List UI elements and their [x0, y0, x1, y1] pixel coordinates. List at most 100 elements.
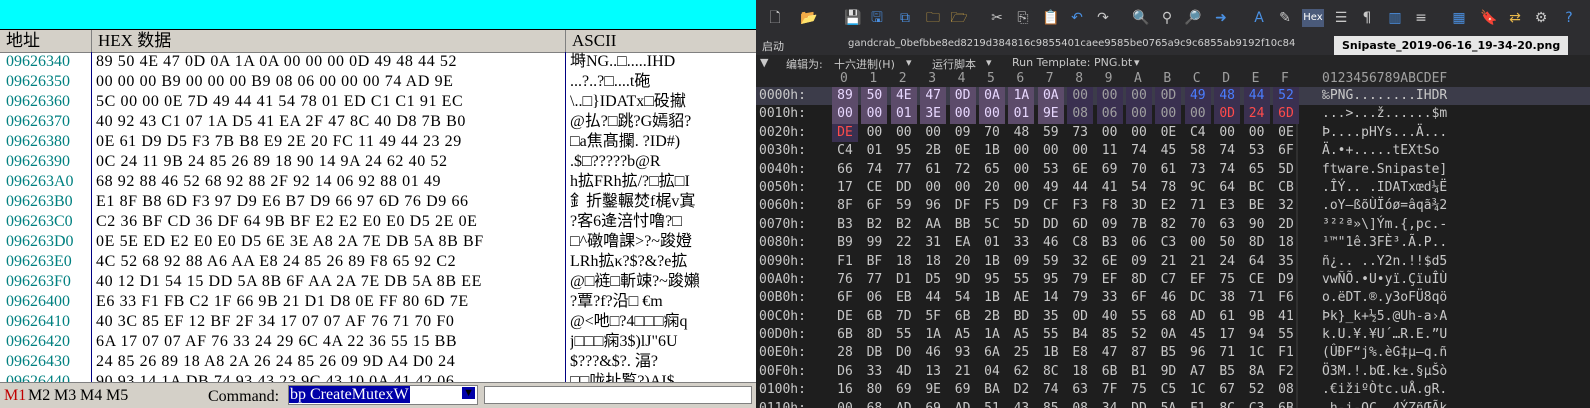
hex-byte[interactable]: 11 [1097, 142, 1123, 160]
hex-byte[interactable]: D0 [891, 344, 917, 362]
text-mode-icon[interactable]: ☰ [1332, 9, 1350, 27]
hex-byte[interactable]: 0E [1273, 124, 1299, 142]
dump-row[interactable]: 096263D0 0E 5E ED E2 E0 E0 D5 6E 3E A8 2A… [0, 232, 756, 252]
hex-row[interactable]: 0010h: 00 00 01 3E 00 00 01 9E 08 06 00 00 00 0D 24 6D..… [756, 105, 1590, 124]
hex-byte[interactable]: 68 [861, 400, 887, 408]
hex-byte[interactable]: DF [950, 197, 976, 215]
hex-byte[interactable]: 63 [1067, 381, 1093, 399]
folder-icon[interactable]: 🗀 [924, 9, 942, 27]
hex-byte[interactable]: 00 [1184, 105, 1211, 124]
hex-byte[interactable]: 9B [1244, 308, 1270, 326]
hex-byte[interactable]: 9C [1185, 179, 1211, 197]
hex-byte[interactable]: 00 [832, 400, 858, 408]
dump-row[interactable]: 09626350 00 00 00 B9 00 00 00 B9 08 06 00… [0, 72, 756, 92]
hex-byte[interactable]: 73 [1185, 161, 1211, 179]
hex-byte[interactable]: 00 [1097, 124, 1123, 142]
hex-byte[interactable]: 48 [1214, 87, 1241, 106]
hex-byte[interactable]: 69 [1097, 161, 1123, 179]
hex-byte[interactable]: 04 [979, 363, 1005, 381]
hex-byte[interactable]: 71 [1244, 289, 1270, 307]
hex-byte[interactable]: 1B [1038, 344, 1064, 362]
hex-byte[interactable]: 00 [1096, 87, 1123, 106]
hex-byte[interactable]: 85 [1097, 326, 1123, 344]
hex-byte[interactable]: 43 [1008, 400, 1034, 408]
hex-byte[interactable]: 4E [890, 87, 917, 106]
hex-byte[interactable]: 0D [1214, 105, 1241, 124]
goto-icon[interactable]: ➜ [1212, 9, 1230, 27]
hex-byte[interactable]: CE [861, 179, 887, 197]
mark-m2[interactable]: M2 [28, 387, 50, 405]
find-icon[interactable]: 🔍 [1132, 9, 1150, 27]
hex-byte[interactable]: 35 [1038, 308, 1064, 326]
hex-byte[interactable]: 2B [920, 142, 946, 160]
hex-byte[interactable]: 96 [920, 197, 946, 215]
workspace-icon[interactable]: 🗁 [950, 9, 968, 27]
calculator-icon[interactable]: ▦ [1450, 9, 1468, 27]
hex-byte[interactable]: 9D [950, 271, 976, 289]
hex-byte[interactable]: 18 [891, 253, 917, 271]
hex-byte[interactable]: 32 [1067, 253, 1093, 271]
hex-byte[interactable]: 0A [979, 87, 1005, 106]
hex-byte[interactable]: 53 [1244, 142, 1270, 160]
dump-row[interactable]: 096263B0 E1 8F B8 6D F3 97 D9 E6 B7 D9 66… [0, 192, 756, 212]
hex-byte[interactable]: 00 [949, 105, 976, 124]
hex-byte[interactable]: CE [1244, 271, 1270, 289]
collapse-icon[interactable]: ▼ [760, 56, 768, 69]
dump-row[interactable]: 09626430 24 85 26 89 18 A8 2A 26 24 85 26… [0, 352, 756, 372]
hex-byte[interactable]: 63 [1214, 216, 1240, 234]
compare-icon[interactable]: ⇄ [1506, 9, 1524, 27]
save-all-icon[interactable]: ⧉ [896, 9, 914, 27]
hex-byte[interactable]: 75 [1214, 271, 1240, 289]
copy-icon[interactable]: ⎘ [1014, 9, 1032, 27]
hex-byte[interactable]: 89 [832, 87, 858, 106]
hex-byte[interactable]: 99 [861, 234, 887, 252]
hex-byte[interactable]: 55 [1038, 326, 1064, 344]
hex-byte[interactable]: C7 [1155, 271, 1181, 289]
hex-byte[interactable]: 74 [1126, 142, 1152, 160]
hex-byte[interactable]: 18 [920, 253, 946, 271]
hex-byte[interactable]: 1B [979, 289, 1005, 307]
hex-byte[interactable]: 62 [1008, 363, 1034, 381]
hex-row[interactable]: 0020h: DE 00 00 00 09 70 48 59 73 00 00 0E C4 00 00 0E Þ.… [756, 123, 1590, 143]
hex-byte[interactable]: 64 [1214, 179, 1240, 197]
hex-byte[interactable]: B4 [1067, 326, 1093, 344]
hex-byte[interactable]: E3 [1214, 197, 1240, 215]
dump-row[interactable]: 09626380 0E 61 D9 D5 F3 7B B8 E9 2E 20 FC… [0, 132, 756, 152]
hex-byte[interactable]: 6B [1273, 400, 1299, 408]
hex-byte[interactable]: 87 [1126, 344, 1152, 362]
hex-byte[interactable]: 6B [832, 326, 858, 344]
hex-byte[interactable]: 00 [1126, 124, 1152, 142]
hex-byte[interactable]: 1B [979, 142, 1005, 160]
hex-byte[interactable]: 65 [979, 161, 1005, 179]
hex-byte[interactable]: CB [1273, 179, 1299, 197]
chevron-down-icon[interactable]: ▾ [906, 56, 912, 69]
hex-row[interactable]: 00B0h: 6F 06 EB 44 54 1B AE 14 79 33 6F 46 DC 38 71 F6 o.… [756, 289, 1590, 307]
hex-byte[interactable]: 1C [1185, 381, 1211, 399]
hex-byte[interactable]: 31 [920, 234, 946, 252]
hex-byte[interactable]: 45 [1185, 326, 1211, 344]
hex-byte[interactable]: 00 [950, 179, 976, 197]
hex-byte[interactable]: 90 [1244, 216, 1270, 234]
hex-byte[interactable]: 22 [891, 234, 917, 252]
hex-byte[interactable]: EF [1097, 271, 1123, 289]
open-file-icon[interactable]: 📂 [800, 9, 818, 27]
hex-byte[interactable]: 24 [1243, 105, 1270, 124]
hex-byte[interactable]: 33 [1008, 234, 1034, 252]
mark-m3[interactable]: M3 [54, 387, 76, 405]
hex-byte[interactable]: B1 [1126, 363, 1152, 381]
hex-byte[interactable]: 00 [1067, 87, 1094, 106]
column-header-hex[interactable]: HEX 数据 [92, 30, 566, 52]
hex-byte[interactable]: 08 [1067, 105, 1094, 124]
hex-byte[interactable]: D1 [891, 271, 917, 289]
hex-byte[interactable]: 00 [861, 105, 888, 124]
mark-m4[interactable]: M4 [80, 387, 102, 405]
hex-byte[interactable]: 00 [1244, 124, 1270, 142]
hex-byte[interactable]: 09 [1126, 253, 1152, 271]
hex-byte[interactable]: D9 [1008, 197, 1034, 215]
hex-byte[interactable]: 52 [1244, 381, 1270, 399]
hex-byte[interactable]: E8 [1067, 344, 1093, 362]
hex-byte[interactable]: 70 [1126, 161, 1152, 179]
hex-byte[interactable]: 00 [920, 124, 946, 142]
hex-byte[interactable]: C4 [1185, 124, 1211, 142]
hex-byte[interactable]: AD [950, 400, 976, 408]
